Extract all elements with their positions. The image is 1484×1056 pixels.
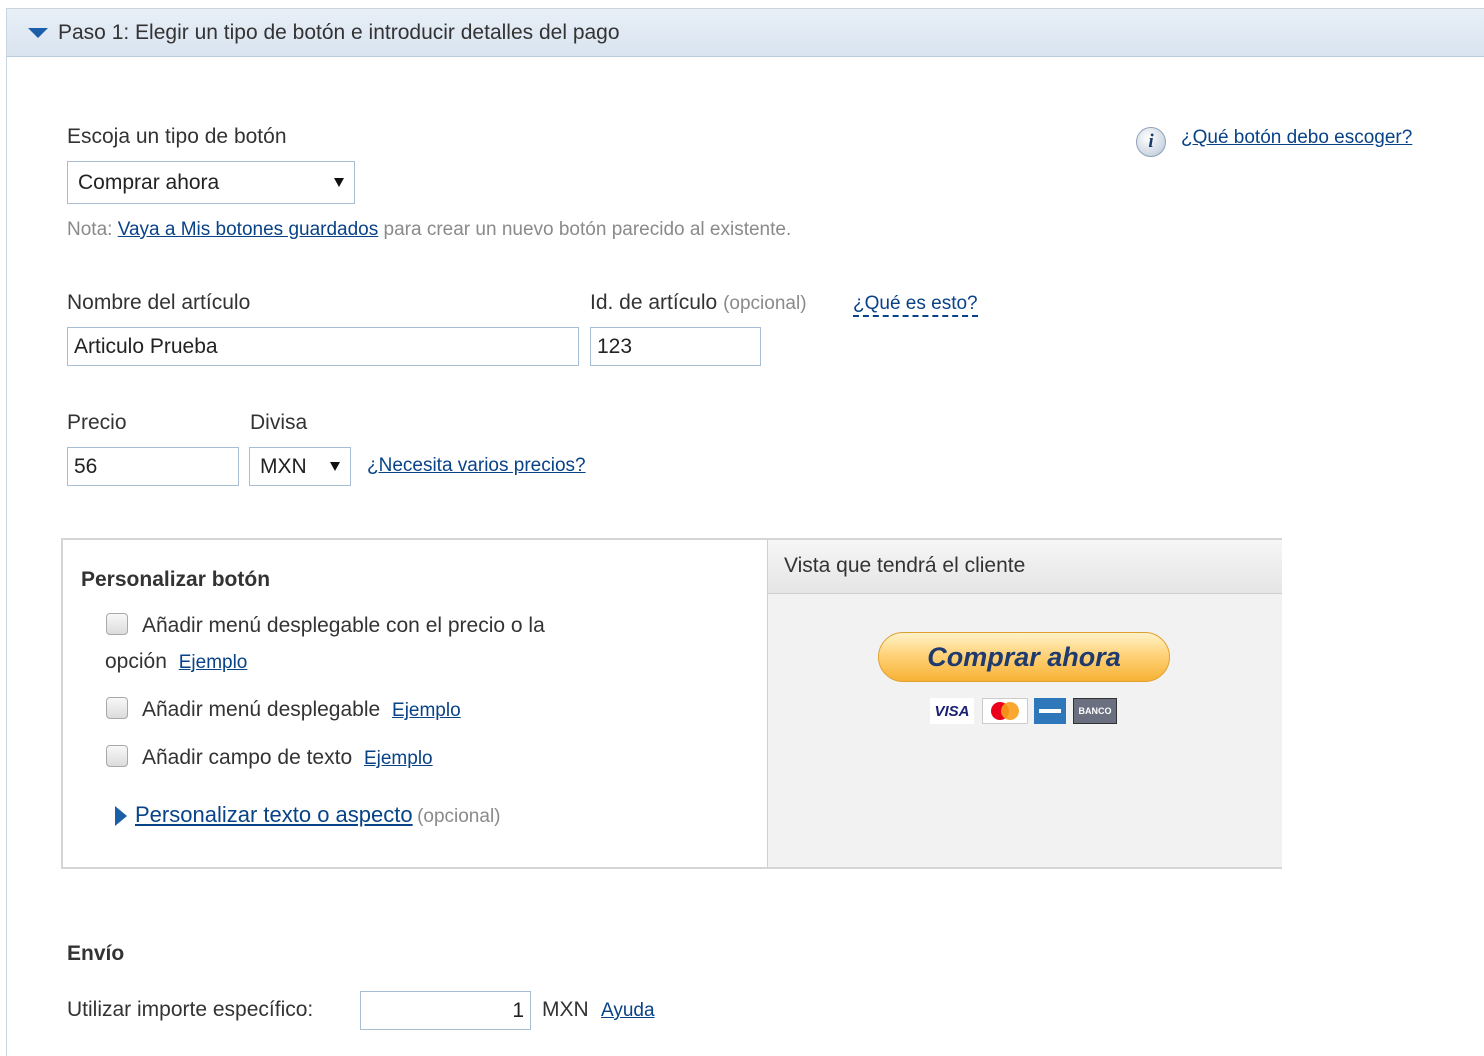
example-link-1[interactable]: Ejemplo [179,652,248,673]
button-type-value: Comprar ahora [78,170,220,194]
saved-buttons-link[interactable]: Vaya a Mis botones guardados [118,219,379,240]
option-text-field-checkbox[interactable] [106,745,128,767]
amex-icon [1034,698,1066,724]
multiple-prices-link[interactable]: ¿Necesita varios precios? [367,455,586,477]
shipping-amount-input[interactable]: 1 [360,991,531,1030]
expand-arrow-icon[interactable] [115,806,127,826]
customer-preview: Vista que tendrá el cliente Comprar ahor… [767,540,1282,867]
option-price-dropdown-label-2: opción [105,650,167,673]
option-price-dropdown-checkbox[interactable] [106,613,128,635]
preview-title: Vista que tendrá el cliente [768,540,1282,594]
step-title: Paso 1: Elegir un tipo de botón e introd… [58,20,620,44]
button-type-label: Escoja un tipo de botón [67,125,287,148]
shipping-help-link[interactable]: Ayuda [601,1000,655,1022]
option-text-field-row: Añadir campo de texto Ejemplo [142,746,433,770]
customize-button-box: Personalizar botón Añadir menú desplegab… [61,538,1282,869]
item-name-input[interactable]: Articulo Prueba [67,327,579,366]
customize-text-link[interactable]: Personalizar texto o aspecto [135,802,413,827]
item-id-label: Id. de artículo [590,291,718,314]
mastercard-logo [991,702,1019,720]
item-id-label-group: Id. de artículo (opcional) [590,291,807,315]
shipping-amount-label: Utilizar importe específico: [67,998,314,1021]
item-name-label: Nombre del artículo [67,291,251,314]
price-input[interactable]: 56 [67,447,239,486]
customize-text-optional: (opcional) [417,806,501,827]
note-text: Nota: Vaya a Mis botones guardados para … [67,219,791,241]
item-id-input[interactable]: 123 [590,327,761,366]
currency-label: Divisa [250,411,308,434]
button-type-select[interactable]: Comprar ahora [67,161,355,204]
step-header[interactable]: Paso 1: Elegir un tipo de botón e introd… [7,9,1484,57]
customize-title: Personalizar botón [81,568,271,591]
example-link-2[interactable]: Ejemplo [392,700,461,721]
amex-logo [1039,709,1061,713]
price-label: Precio [67,411,127,434]
buy-now-preview-button: Comprar ahora [878,632,1170,682]
customize-text-row: Personalizar texto o aspecto (opcional) [135,802,501,828]
option-dropdown-row: Añadir menú desplegable Ejemplo [142,698,461,722]
bank-icon: BANCO [1073,698,1117,724]
option-text-field-label: Añadir campo de texto [142,746,353,769]
shipping-title: Envío [67,942,125,965]
example-link-3[interactable]: Ejemplo [364,748,433,769]
info-icon: i [1136,127,1166,157]
option-dropdown-checkbox[interactable] [106,697,128,719]
collapse-arrow-icon[interactable] [28,27,48,38]
mastercard-icon [982,698,1028,724]
dropdown-arrow-icon [330,462,340,471]
shipping-currency: MXN [542,998,589,1021]
option-dropdown-label: Añadir menú desplegable [142,698,381,721]
option-price-dropdown-label-cont: opción Ejemplo [105,650,247,674]
item-id-optional: (opcional) [723,293,807,314]
what-is-this-link[interactable]: ¿Qué es esto? [853,293,978,317]
which-button-help-link[interactable]: ¿Qué botón debo escoger? [1181,127,1412,149]
note-suffix: para crear un nuevo botón parecido al ex… [383,219,792,240]
option-price-dropdown-label: Añadir menú desplegable con el precio o … [142,614,545,637]
currency-value: MXN [260,454,307,478]
dropdown-arrow-icon [334,178,344,187]
currency-select[interactable]: MXN [249,447,351,486]
note-prefix: Nota: [67,219,113,240]
visa-icon: VISA [930,698,974,724]
